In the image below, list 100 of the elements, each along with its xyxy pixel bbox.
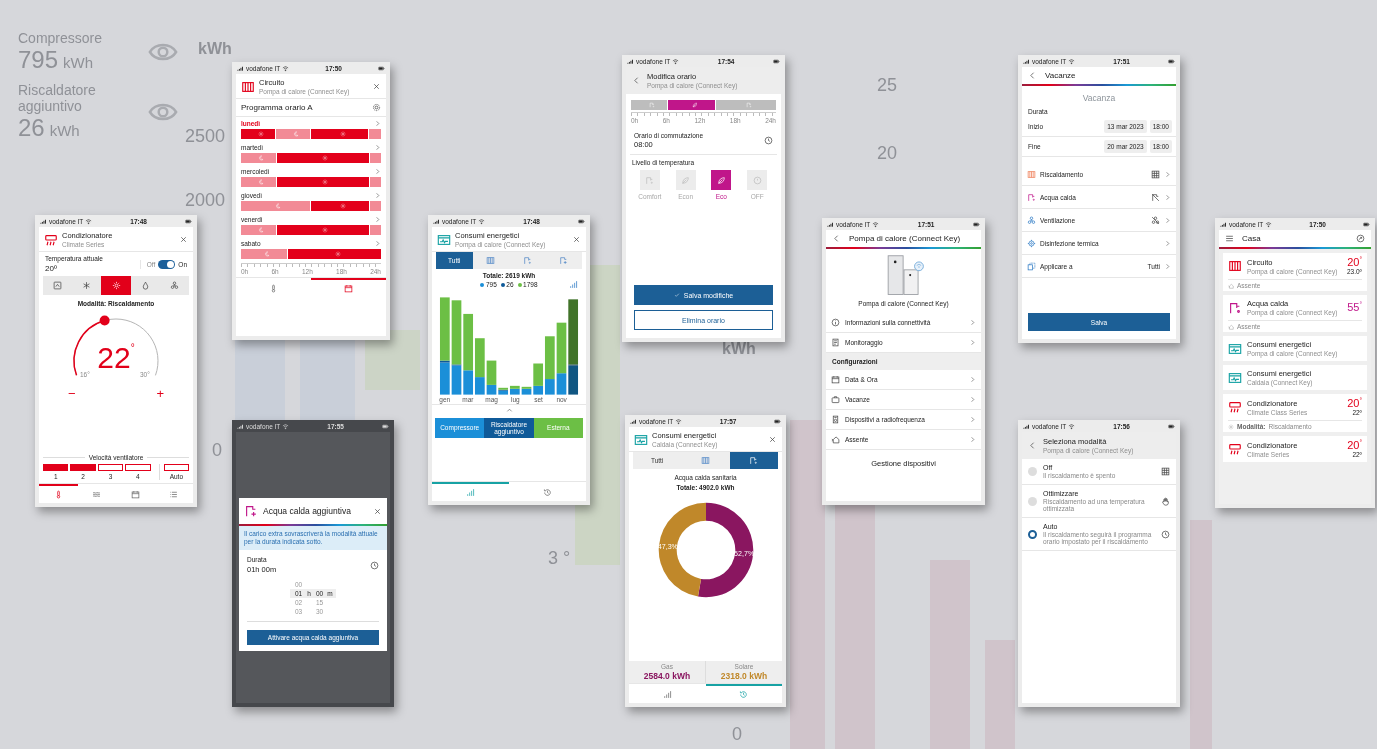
legend-unit: kWh <box>63 54 94 71</box>
air-conditioner-icon <box>1228 400 1242 414</box>
legend-value: 26 <box>18 114 45 141</box>
timeline-slot[interactable] <box>666 100 674 110</box>
back-icon[interactable] <box>1028 71 1037 80</box>
legend-label: Riscaldatore aggiuntivo <box>18 82 97 114</box>
axis-unit: kWh <box>722 340 756 358</box>
legend-value: 795 <box>18 46 59 73</box>
close-icon[interactable] <box>572 235 581 244</box>
chevron-icon[interactable] <box>374 120 381 127</box>
room-temperature: 20$^{°}$ <box>1347 440 1362 451</box>
tap-icon <box>746 102 753 108</box>
signal-icon <box>627 57 634 65</box>
hand-icon <box>1161 496 1170 506</box>
fan-crossed-icon <box>1151 215 1160 225</box>
close-icon[interactable] <box>179 235 188 244</box>
signal-icon <box>237 422 244 430</box>
chevron-icon[interactable] <box>1164 193 1171 201</box>
chevron-icon[interactable] <box>1164 239 1171 247</box>
back-icon[interactable] <box>1028 441 1037 450</box>
chevron-up-icon[interactable] <box>505 407 513 414</box>
close-icon[interactable] <box>768 435 777 444</box>
temperature-level-button[interactable] <box>711 170 732 190</box>
room-temperature: 55$^{°}$ <box>1347 302 1362 313</box>
signal-icon <box>1023 57 1030 65</box>
waves-icon <box>92 490 102 499</box>
chevron-icon[interactable] <box>969 339 976 346</box>
fan-speed-button[interactable] <box>125 464 151 471</box>
wifi-icon <box>672 57 680 65</box>
power-switch[interactable] <box>158 259 176 269</box>
fan-speed-button[interactable] <box>43 464 69 471</box>
signal-icon <box>1023 422 1030 430</box>
decrease-button[interactable]: − <box>68 387 76 400</box>
chevron-icon[interactable] <box>374 216 381 223</box>
radiator-icon <box>486 256 496 265</box>
fan-speed-button[interactable] <box>163 464 190 471</box>
history-icon <box>543 488 552 497</box>
chart-label: 0 <box>732 724 742 745</box>
back-icon[interactable] <box>832 234 841 243</box>
back-icon[interactable] <box>632 76 641 85</box>
room-temperature: 20$^{°}$ <box>1347 257 1362 268</box>
leaf-icon <box>681 175 691 185</box>
signal-icon <box>630 417 637 425</box>
bar-chart-icon <box>569 280 578 289</box>
clock-icon[interactable] <box>764 136 773 145</box>
close-icon[interactable] <box>373 506 382 516</box>
radio-button[interactable] <box>1028 529 1037 539</box>
timeline-slot[interactable] <box>709 100 716 110</box>
radio-button[interactable] <box>1028 496 1037 506</box>
dial-handle[interactable] <box>99 315 110 326</box>
stacked-bar <box>509 385 520 395</box>
grid-box-icon <box>1161 467 1170 476</box>
chevron-icon[interactable] <box>969 376 976 383</box>
timeline-slot[interactable] <box>691 100 698 110</box>
snowflake-icon <box>82 281 92 290</box>
tap-icon <box>1228 300 1242 315</box>
energy-monitor-icon <box>1228 341 1242 356</box>
circle-arrow-icon[interactable] <box>1356 234 1365 243</box>
radiator-icon <box>1228 259 1242 273</box>
close-icon[interactable] <box>372 82 381 91</box>
axis-unit: kWh <box>198 40 232 58</box>
wifi-icon <box>1068 57 1076 65</box>
screen-title: Pompa di calore (Connect Key) <box>849 234 962 243</box>
increase-button[interactable]: + <box>156 387 164 400</box>
legend-unit: kWh <box>49 122 80 139</box>
chevron-icon[interactable] <box>1164 170 1171 178</box>
settings-icon[interactable] <box>372 103 381 112</box>
chevron-icon[interactable] <box>374 144 381 151</box>
air-conditioner-icon <box>44 232 58 247</box>
chevron-icon[interactable] <box>1164 216 1171 224</box>
clock-icon[interactable] <box>370 560 379 570</box>
chevron-icon[interactable] <box>374 168 381 175</box>
fan-speed-button[interactable] <box>97 464 124 471</box>
category-tab[interactable] <box>729 452 778 469</box>
tap-plus-icon <box>244 504 258 518</box>
fan-icon <box>169 281 179 290</box>
mode-button[interactable] <box>101 276 131 295</box>
menu-icon[interactable] <box>1225 234 1234 243</box>
chevron-icon[interactable] <box>969 436 976 443</box>
screen-title: Casa <box>1242 234 1262 243</box>
chevron-icon[interactable] <box>1164 262 1171 270</box>
radio-button[interactable] <box>1028 467 1037 476</box>
wifi-icon <box>675 417 683 425</box>
clock-icon[interactable] <box>1161 529 1170 539</box>
thermometer-icon <box>269 284 278 293</box>
radio-device-icon <box>831 415 840 424</box>
disinfection-icon <box>1027 238 1036 248</box>
tap-crossed-icon <box>1151 192 1160 202</box>
chevron-icon[interactable] <box>969 416 976 423</box>
sun-icon <box>111 281 121 290</box>
energy-monitor-icon <box>437 232 451 247</box>
chevron-icon[interactable] <box>374 192 381 199</box>
signal-icon <box>433 217 440 225</box>
wifi-icon <box>872 220 880 228</box>
tap-icon <box>522 256 532 265</box>
section-title: Vacanza <box>1081 92 1117 104</box>
chevron-icon[interactable] <box>374 240 381 247</box>
chevron-icon[interactable] <box>969 396 976 403</box>
chevron-icon[interactable] <box>969 319 976 326</box>
drop-icon <box>140 281 150 290</box>
